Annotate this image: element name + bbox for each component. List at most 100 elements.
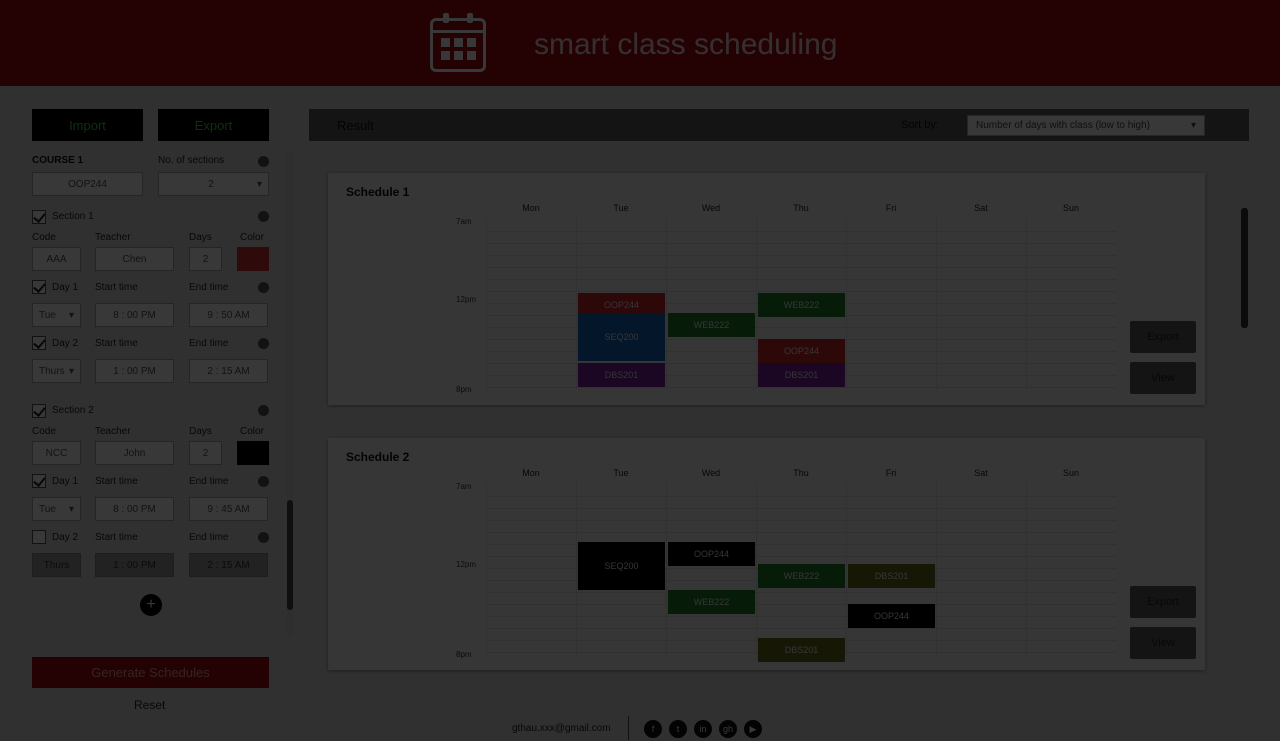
twitter-icon[interactable]: t [669, 720, 687, 738]
day1-label: Day 1 [52, 282, 79, 293]
result-scrollbar[interactable] [1241, 152, 1248, 688]
day-header: Sat [974, 468, 988, 478]
footer-email[interactable]: gthau.xxx@gmail.com [512, 723, 611, 734]
section2-code-input[interactable]: NCC [32, 441, 81, 465]
section2-day1-select[interactable]: Tue ▾ [32, 497, 81, 521]
day2-label: Day 2 [52, 532, 79, 543]
class-event[interactable]: DBS201 [758, 638, 845, 662]
grid-line [486, 231, 1116, 232]
export-schedule-button[interactable]: Export [1130, 321, 1196, 353]
grid-line [486, 267, 1116, 268]
scroll-thumb[interactable] [1241, 208, 1248, 328]
section1-code-input[interactable]: AAA [32, 247, 81, 271]
chevron-down-icon: ▾ [256, 178, 262, 190]
course-input[interactable]: OOP244 [32, 172, 143, 196]
class-event[interactable]: DBS201 [758, 363, 845, 387]
github-icon[interactable]: gh [719, 720, 737, 738]
chevron-down-icon: ▾ [68, 365, 74, 377]
generate-schedules-button[interactable]: Generate Schedules [32, 657, 269, 688]
section1-day1-checkbox[interactable] [32, 280, 46, 294]
time-label: 8pm [456, 650, 472, 659]
facebook-icon[interactable]: f [644, 720, 662, 738]
add-course-button[interactable]: + [140, 594, 162, 616]
class-event[interactable]: SEQ200 [578, 542, 665, 590]
end-time-label: End time [189, 476, 229, 487]
section2-day2-end-input[interactable]: 2 : 15 AM [189, 553, 268, 577]
sort-value: Number of days with class (low to high) [976, 120, 1150, 131]
day-value: Thurs [39, 365, 65, 377]
info-icon[interactable] [258, 282, 269, 293]
code-label: Code [32, 232, 56, 243]
time-label: 7am [456, 217, 472, 226]
section2-day1-checkbox[interactable] [32, 474, 46, 488]
grid-line [486, 496, 1116, 497]
class-event[interactable]: DBS201 [848, 564, 935, 588]
reset-link[interactable]: Reset [134, 698, 165, 712]
section2-day1-end-input[interactable]: 9 : 45 AM [189, 497, 268, 521]
section2-teacher-input[interactable]: John [95, 441, 174, 465]
section2-day1-start-input[interactable]: 8 : 00 PM [95, 497, 174, 521]
class-event[interactable]: OOP244 [758, 339, 845, 363]
class-event[interactable]: WEB222 [758, 564, 845, 588]
time-label: 7am [456, 482, 472, 491]
chevron-down-icon: ▾ [68, 309, 74, 321]
grid-line [486, 279, 1116, 280]
class-event[interactable]: WEB222 [668, 590, 755, 614]
linkedin-icon[interactable]: in [694, 720, 712, 738]
section2-day2-start-input[interactable]: 1 : 00 PM [95, 553, 174, 577]
view-schedule-button[interactable]: View [1130, 362, 1196, 394]
day-header: Fri [885, 468, 897, 478]
section1-day1-select[interactable]: Tue ▾ [32, 303, 81, 327]
section1-day2-start-input[interactable]: 1 : 00 PM [95, 359, 174, 383]
section2-day2-select[interactable]: Thurs [32, 553, 81, 577]
teacher-label: Teacher [95, 232, 131, 243]
export-button[interactable]: Export [158, 109, 269, 141]
section1-day1-start-input[interactable]: 8 : 00 PM [95, 303, 174, 327]
info-icon[interactable] [258, 156, 269, 167]
sort-select[interactable]: Number of days with class (low to high) ▾ [967, 115, 1205, 136]
class-event[interactable]: WEB222 [668, 313, 755, 337]
schedule-title: Schedule 1 [346, 185, 410, 199]
chevron-down-icon: ▾ [68, 503, 74, 515]
section1-day1-end-input[interactable]: 9 : 50 AM [189, 303, 268, 327]
section1-day2-end-input[interactable]: 2 : 15 AM [189, 359, 268, 383]
info-icon[interactable] [258, 532, 269, 543]
section1-color-swatch[interactable] [237, 247, 269, 271]
left-scrollbar[interactable] [287, 152, 293, 638]
section1-days-stepper[interactable]: 2 [189, 247, 222, 271]
scroll-thumb[interactable] [287, 500, 293, 610]
class-event[interactable]: SEQ200 [578, 313, 665, 361]
section1-teacher-input[interactable]: Chen [95, 247, 174, 271]
youtube-icon[interactable]: ▶ [744, 720, 762, 738]
section1-day2-checkbox[interactable] [32, 336, 46, 350]
section1-label: Section 1 [52, 211, 94, 222]
export-schedule-button[interactable]: Export [1130, 586, 1196, 618]
grid-line [486, 520, 1116, 521]
import-button[interactable]: Import [32, 109, 143, 141]
class-event[interactable]: WEB222 [758, 293, 845, 317]
section2-color-swatch[interactable] [237, 441, 269, 465]
class-event[interactable]: DBS201 [578, 363, 665, 387]
section2-label: Section 2 [52, 405, 94, 416]
info-icon[interactable] [258, 476, 269, 487]
grid-line [486, 604, 1116, 605]
course-label: COURSE 1 [32, 155, 84, 166]
section1-checkbox[interactable] [32, 210, 46, 224]
result-title: Result [337, 118, 374, 133]
day-header: Mon [522, 468, 540, 478]
class-event[interactable]: OOP244 [668, 542, 755, 566]
day-header: Sun [1062, 203, 1079, 213]
section2-checkbox[interactable] [32, 404, 46, 418]
end-time-label: End time [189, 338, 229, 349]
class-event[interactable]: OOP244 [848, 604, 935, 628]
time-label: 8pm [456, 385, 472, 394]
info-icon[interactable] [258, 211, 269, 222]
section2-day2-checkbox[interactable] [32, 530, 46, 544]
info-icon[interactable] [258, 338, 269, 349]
sections-select[interactable]: 2 ▾ [158, 172, 269, 196]
section1-day2-select[interactable]: Thurs ▾ [32, 359, 81, 383]
day-header: Tue [613, 468, 629, 478]
view-schedule-button[interactable]: View [1130, 627, 1196, 659]
section2-days-stepper[interactable]: 2 [189, 441, 222, 465]
info-icon[interactable] [258, 405, 269, 416]
